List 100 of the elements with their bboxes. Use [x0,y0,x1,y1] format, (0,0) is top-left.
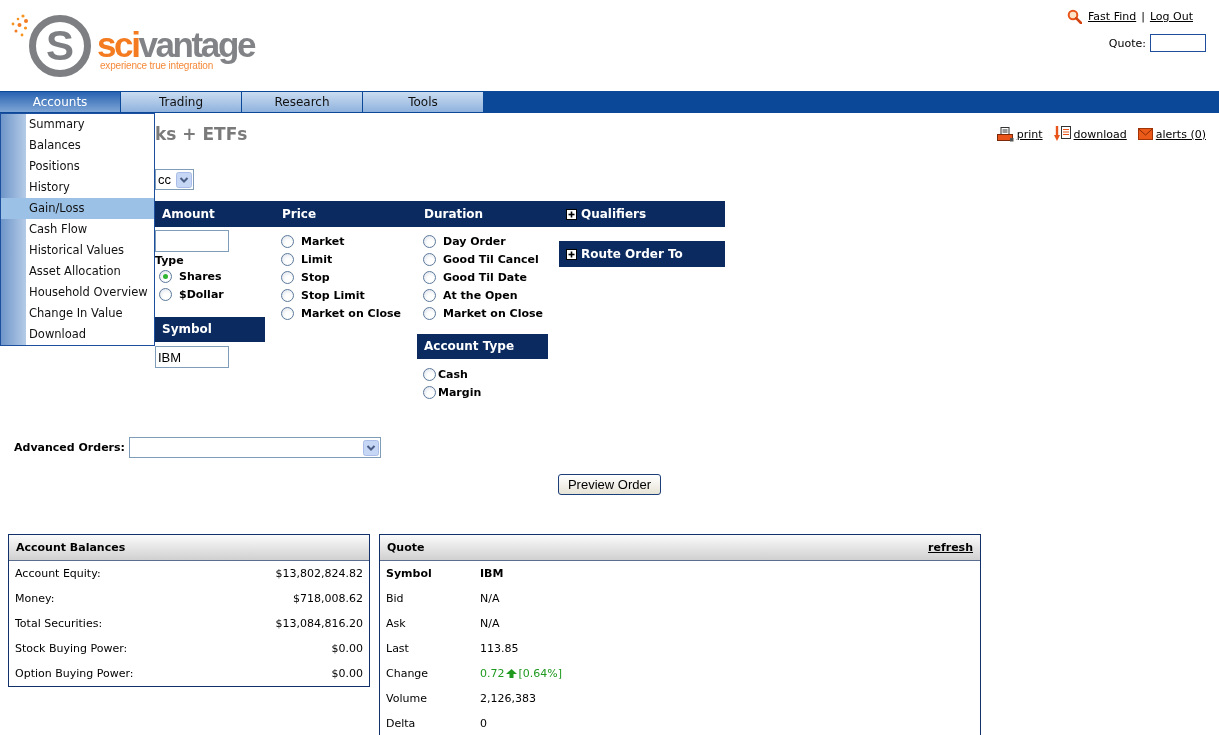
nav-tab[interactable]: Accounts [0,92,120,112]
type-label: Type [155,254,184,267]
menu-item[interactable]: Cash Flow [1,219,154,240]
radio-button[interactable] [423,252,436,266]
balance-label: Account Equity: [15,567,101,580]
quote-row-value: N/A [480,617,500,630]
advanced-orders-select[interactable] [129,437,381,458]
mail-icon [1137,128,1153,140]
option-label: Day Order [443,234,506,248]
section-heading: Account Type [417,334,548,359]
logo-emblem: S [29,15,91,77]
radio-button[interactable] [423,288,436,302]
menu-item[interactable]: Historical Values [1,240,154,261]
menu-item[interactable]: Balances [1,135,154,156]
radio-button[interactable] [281,270,294,284]
column-heading: Duration [417,201,559,227]
column-heading: Amount [155,201,275,227]
amount-field[interactable] [155,230,229,252]
option-label: Margin [438,385,482,399]
option-label: Cash [438,367,468,381]
page-title: ks + ETFs [155,124,248,144]
quote-row-label: Symbol [386,567,433,580]
caret-icon [176,171,192,188]
panel-title: Quote [387,541,425,554]
log-out-link[interactable]: Log Out [1149,10,1193,23]
logo-wordmark: scivantage [97,27,254,63]
printer-icon [996,126,1014,142]
menu-item[interactable]: Download [1,324,154,345]
option-label: Stop Limit [301,288,365,302]
option-label: Market on Close [443,306,543,320]
radio-button[interactable] [423,234,436,248]
link-separator: | [1141,10,1145,23]
radio-button[interactable] [281,306,294,320]
radio-button[interactable] [423,385,436,399]
search-icon [1067,9,1083,24]
option-label: Stop [301,270,330,284]
quote-row-label: Volume [386,692,428,705]
balance-value: $13,084,816.20 [275,617,363,630]
download-icon [1053,126,1071,142]
balance-value: $0.00 [331,667,363,680]
radio-button[interactable] [423,306,436,320]
menu-item[interactable]: Summary [1,114,154,135]
advanced-orders-label: Advanced Orders: [14,441,125,454]
menu-item[interactable]: Gain/Loss [1,198,154,219]
option-label: Good Til Cancel [443,252,539,266]
quote-label: Quote: [1108,36,1146,50]
quote-row-label: Delta [386,717,417,730]
quote-row-label: Ask [386,617,407,630]
account-select[interactable]: cc [155,169,194,190]
menu-item[interactable]: Positions [1,156,154,177]
balance-label: Stock Buying Power: [15,642,128,655]
quote-row-value: 113.85 [480,642,519,655]
radio-button[interactable] [159,269,172,283]
symbol-field[interactable]: IBM [155,346,229,368]
quote-row-value: 2,126,383 [480,692,536,705]
quote-row-label: Change [386,667,430,680]
menu-item[interactable]: History [1,177,154,198]
radio-button[interactable] [423,367,436,381]
quote-row-value: 0 [480,717,487,730]
option-label: Limit [301,252,333,266]
refresh-link[interactable]: refresh [928,541,973,554]
option-label: At the Open [443,288,518,302]
radio-button[interactable] [281,252,294,266]
balance-value: $13,802,824.82 [275,567,363,580]
panel-title: Account Balances [16,541,126,554]
change-percent: [0.64%] [518,667,563,680]
radio-button[interactable] [159,287,172,301]
nav-tab[interactable]: Research [242,92,362,112]
balance-value: $0.00 [331,642,363,655]
menu-item[interactable]: Change In Value [1,303,154,324]
option-label: Shares [179,269,222,283]
menu-item[interactable]: Household Overview [1,282,154,303]
option-label: $Dollar [179,287,224,301]
preview-order-button[interactable]: Preview Order [557,474,662,495]
column-heading: Price [275,201,417,227]
option-label: Market [301,234,345,248]
balance-label: Money: [15,592,55,605]
radio-button[interactable] [281,288,294,302]
quote-row-label: Bid [386,592,405,605]
option-label: Market on Close [301,306,401,320]
nav-tab[interactable]: Tools [363,92,483,112]
alerts-link[interactable]: alerts (0) [1137,127,1206,141]
caret-icon [363,439,379,456]
change-value: 0.72 [480,667,505,680]
section-heading: Symbol [155,317,265,342]
option-label: Good Til Date [443,270,527,284]
download-link[interactable]: download [1053,126,1127,142]
quote-field[interactable] [1150,34,1206,52]
fast-find-link[interactable]: Fast Find [1067,9,1137,24]
balance-label: Option Buying Power: [15,667,134,680]
balance-label: Total Securities: [15,617,103,630]
route-order-toggle[interactable]: Route Order To [559,241,725,267]
quote-row-value: N/A [480,592,500,605]
quote-row-value: IBM [480,567,504,580]
nav-tab[interactable]: Trading [121,92,241,112]
radio-button[interactable] [423,270,436,284]
dots-icon [11,14,29,38]
menu-item[interactable]: Asset Allocation [1,261,154,282]
print-link[interactable]: print [996,126,1043,142]
radio-button[interactable] [281,234,294,248]
